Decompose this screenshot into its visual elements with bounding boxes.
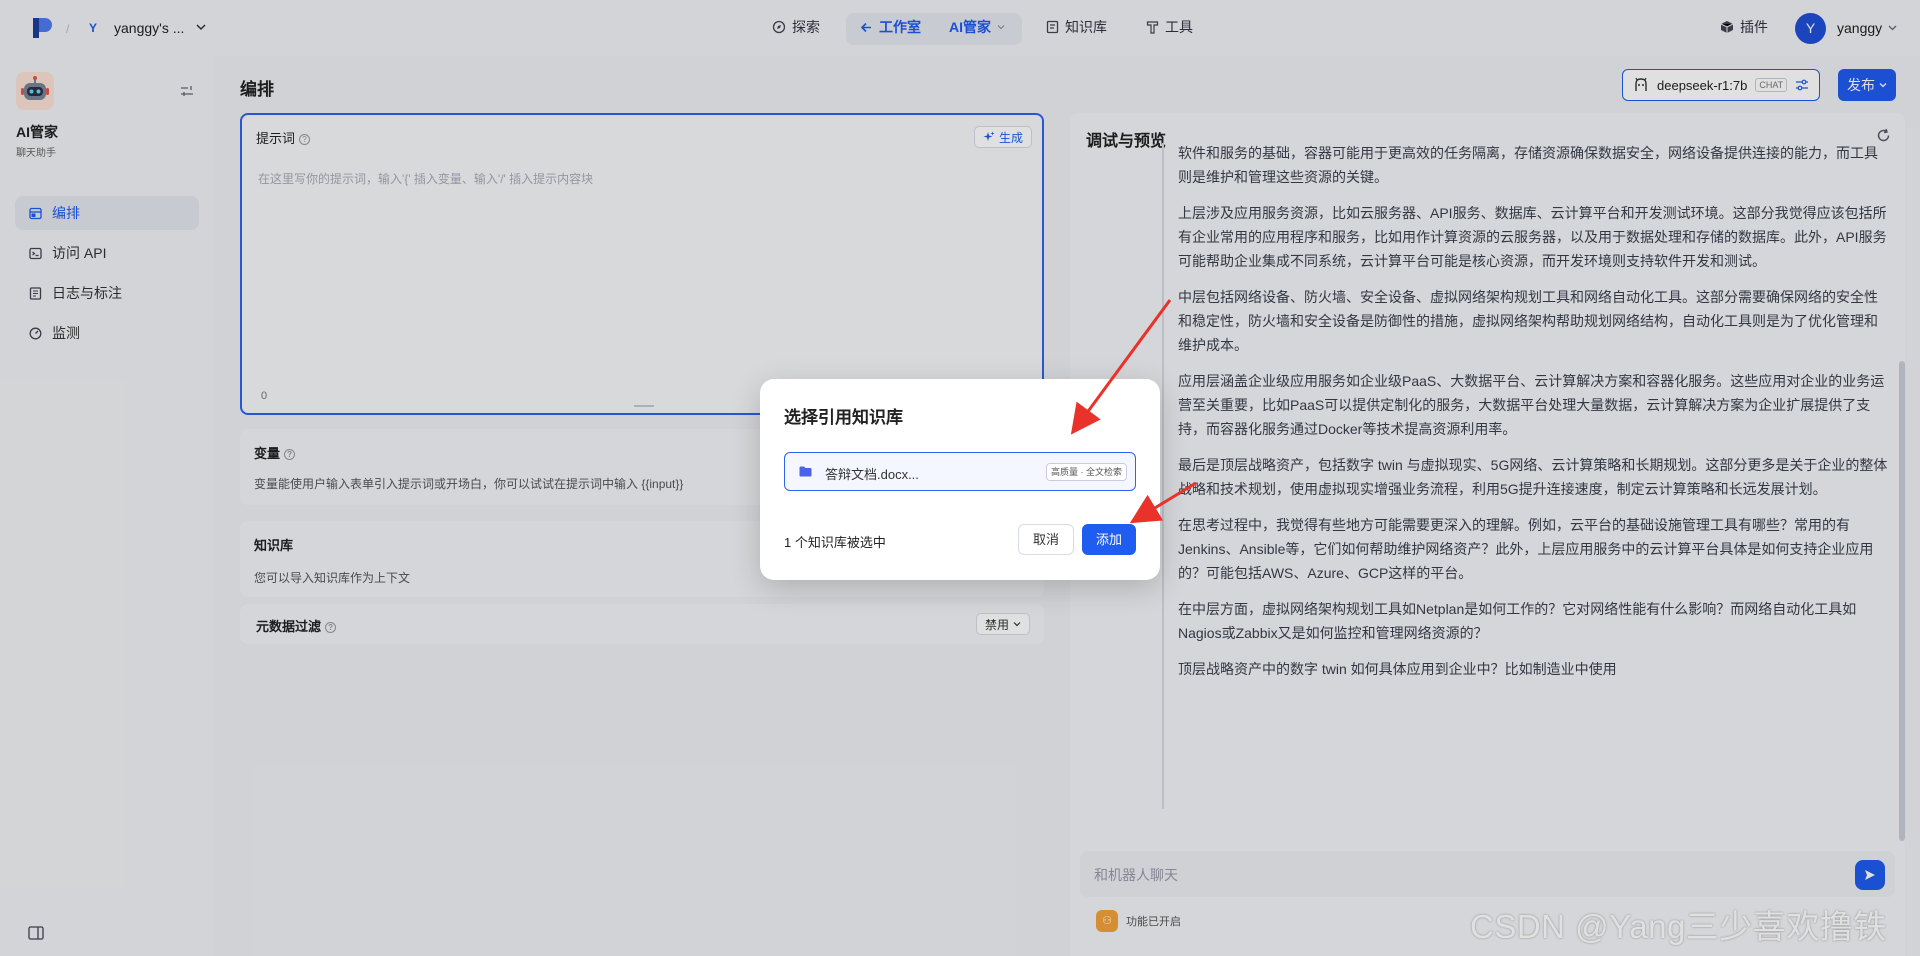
select-knowledge-dialog: 选择引用知识库 答辩文档.docx... 高质量 · 全文检索 1 个知识库被选… bbox=[760, 379, 1160, 580]
knowledge-item[interactable]: 答辩文档.docx... 高质量 · 全文检索 bbox=[784, 452, 1136, 491]
cancel-button[interactable]: 取消 bbox=[1018, 524, 1074, 555]
knowledge-item-badge: 高质量 · 全文检索 bbox=[1046, 463, 1127, 481]
selected-count: 1 个知识库被选中 bbox=[784, 535, 886, 550]
knowledge-item-name: 答辩文档.docx... bbox=[825, 467, 919, 482]
folder-icon bbox=[799, 466, 812, 477]
add-button[interactable]: 添加 bbox=[1082, 524, 1136, 555]
dialog-title: 选择引用知识库 bbox=[784, 408, 903, 427]
